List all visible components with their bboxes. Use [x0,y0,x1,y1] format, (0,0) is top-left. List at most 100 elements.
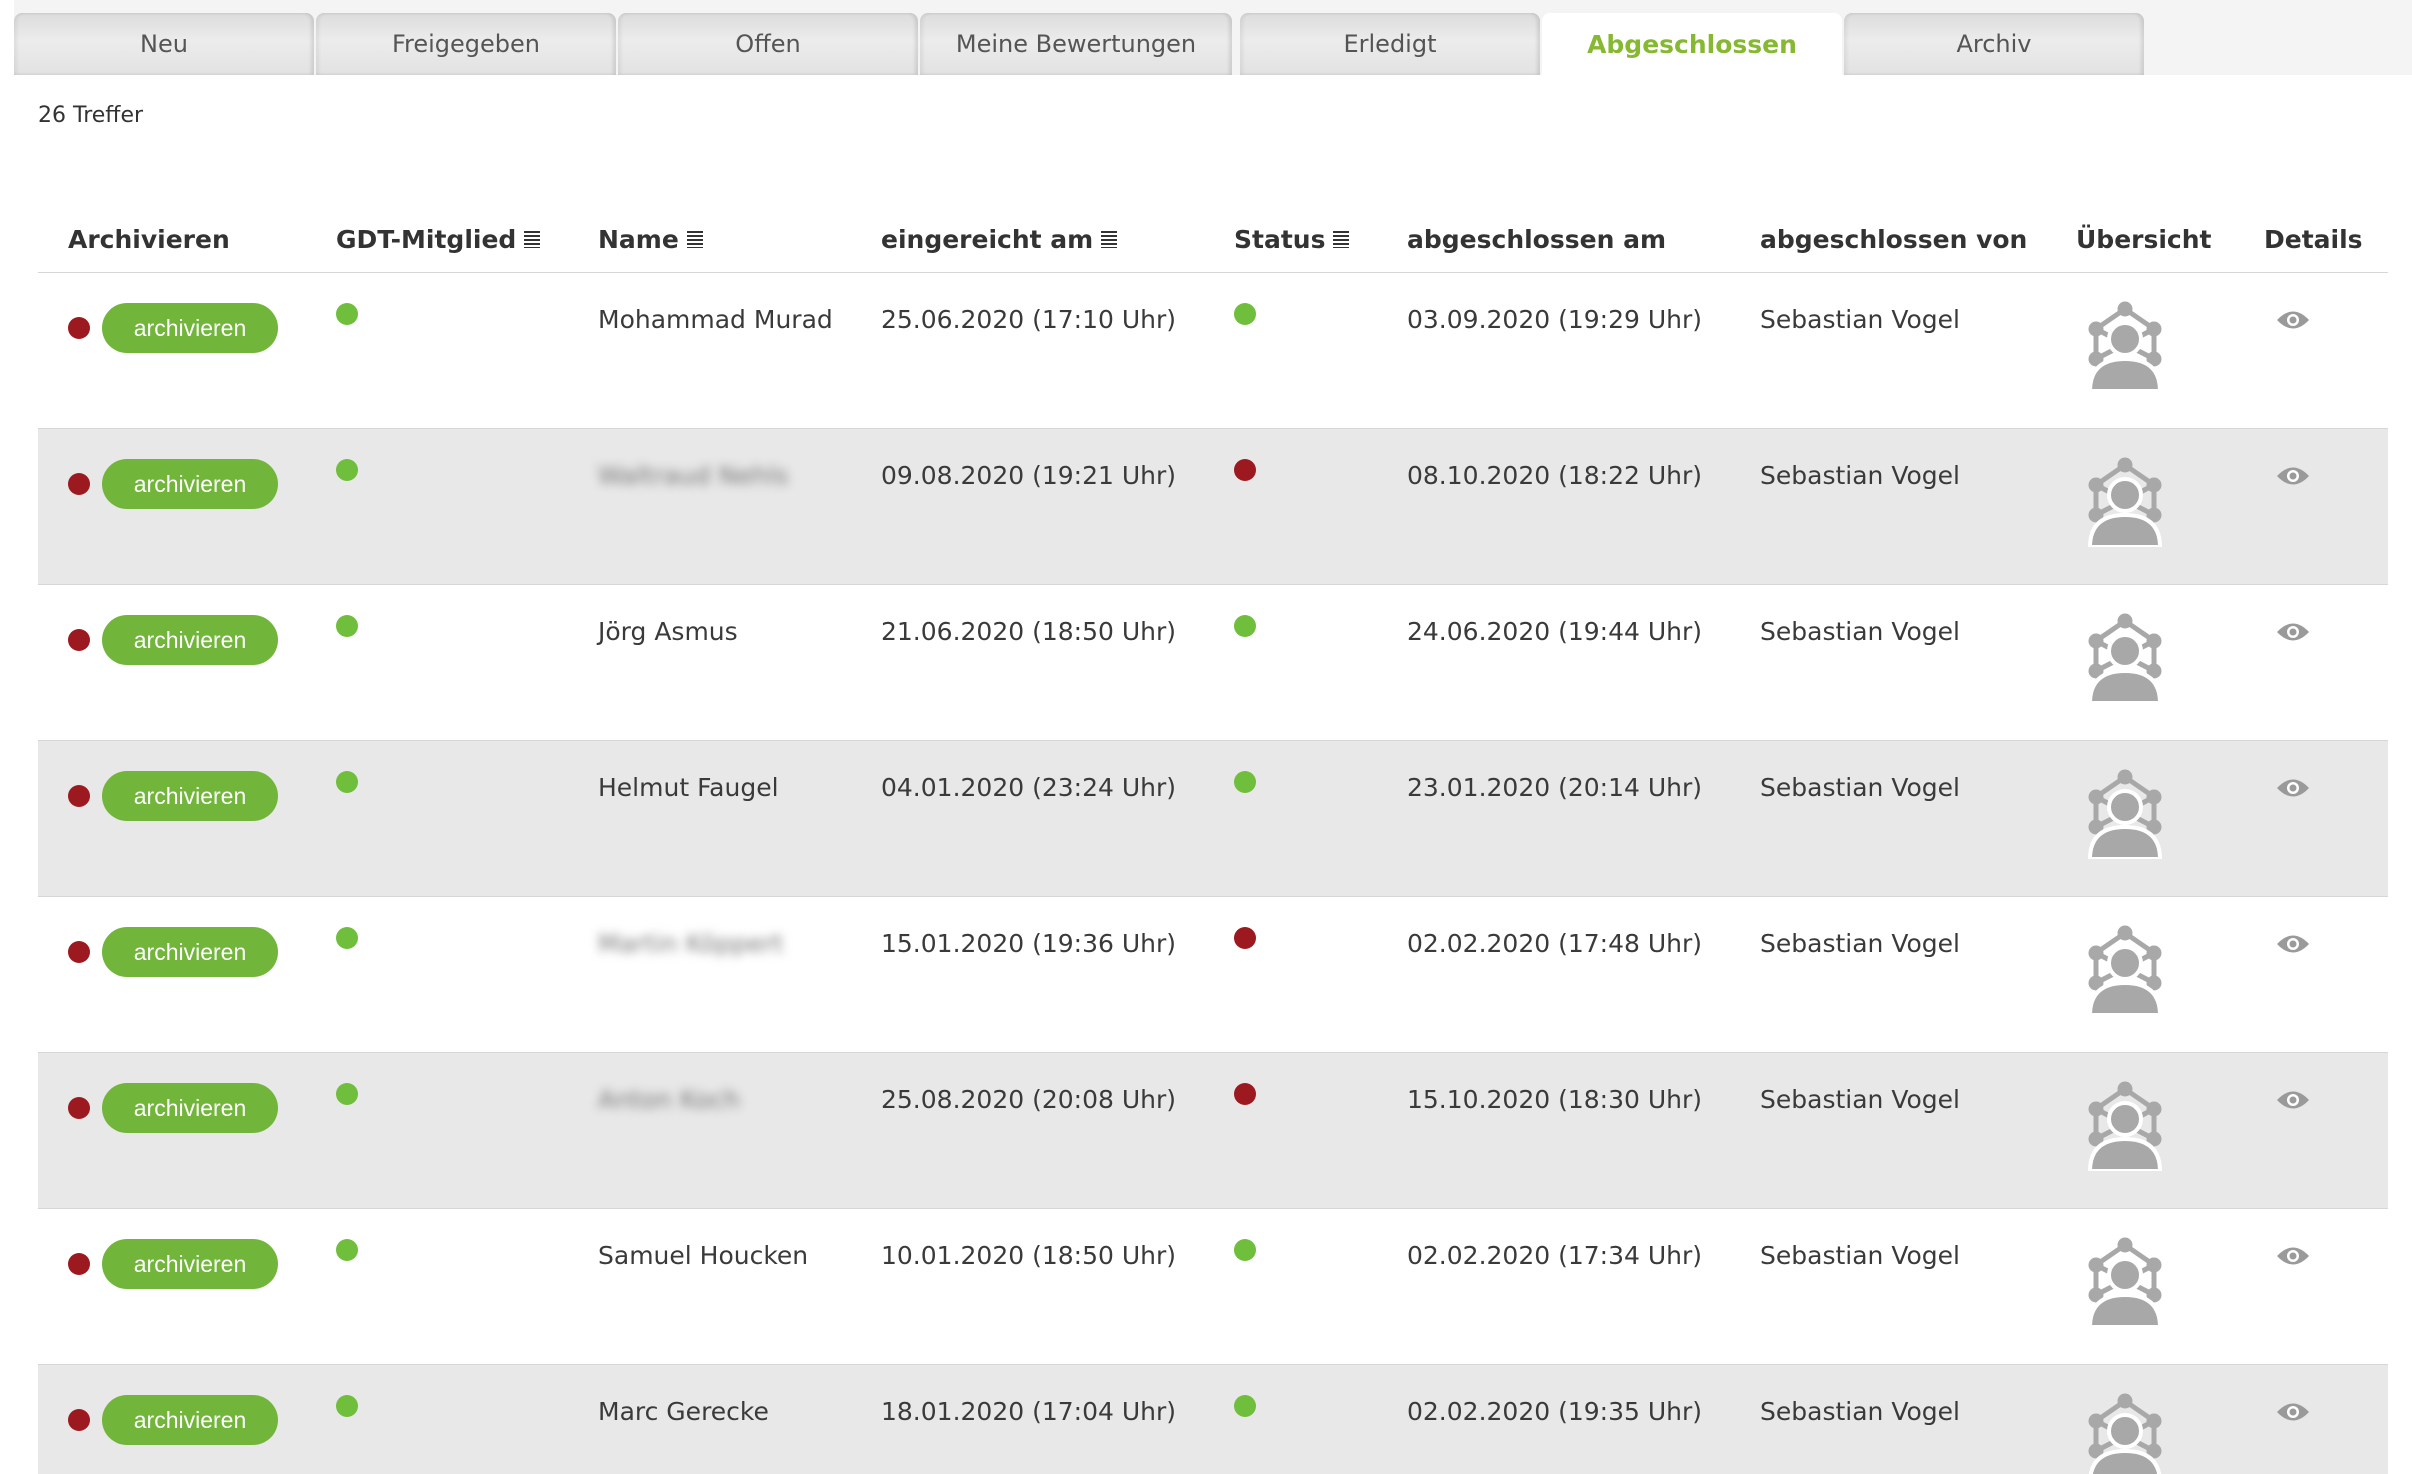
table-row: archivieren Mohammad Murad 25.06.2020 (1… [38,273,2388,429]
eye-icon[interactable] [2276,933,2310,955]
user-network-icon[interactable] [2084,301,2166,391]
tab-abgeschlossen[interactable]: Abgeschlossen [1542,13,1842,75]
table-header: Archivieren GDT-Mitglied Name eingereich… [38,147,2388,273]
archivieren-button[interactable]: archivieren [102,1395,278,1445]
submitted-date: 10.01.2020 (18:50 Uhr) [881,1241,1177,1270]
applicant-name: Helmut Faugel [598,773,779,802]
user-network-icon[interactable] [2084,457,2166,547]
tab-bar: Neu Freigegeben Offen Meine Bewertungen … [14,13,2412,75]
col-eingereicht[interactable]: eingereicht am [881,225,1118,254]
eye-icon[interactable] [2276,777,2310,799]
closed-date: 02.02.2020 (17:34 Uhr) [1407,1241,1703,1270]
gdt-member-dot [336,459,358,481]
eye-icon[interactable] [2276,1245,2310,1267]
closed-date: 24.06.2020 (19:44 Uhr) [1407,617,1703,646]
status-dot [1234,1395,1256,1417]
list-sort-icon[interactable] [1101,231,1118,248]
archivieren-button[interactable]: archivieren [102,1083,278,1133]
archive-status-dot [68,941,90,963]
archive-status-dot [68,629,90,651]
status-dot [1234,771,1256,793]
table-row: archivieren Helmut Faugel 04.01.2020 (23… [38,741,2388,897]
gdt-member-dot [336,303,358,325]
eye-icon[interactable] [2276,465,2310,487]
gdt-member-dot [336,1395,358,1417]
user-network-icon[interactable] [2084,769,2166,859]
archivieren-button[interactable]: archivieren [102,303,278,353]
col-name[interactable]: Name [598,225,703,254]
status-dot [1234,1083,1256,1105]
archivieren-button[interactable]: archivieren [102,927,278,977]
archive-status-dot [68,1253,90,1275]
submitted-date: 15.01.2020 (19:36 Uhr) [881,929,1177,958]
col-abgeschlossen-von: abgeschlossen von [1760,225,2028,254]
gdt-member-dot [336,1083,358,1105]
col-gdt[interactable]: GDT-Mitglied [336,225,541,254]
user-network-icon[interactable] [2084,1081,2166,1171]
submitted-date: 18.01.2020 (17:04 Uhr) [881,1397,1177,1426]
closed-date: 02.02.2020 (19:35 Uhr) [1407,1397,1703,1426]
user-network-icon[interactable] [2084,1393,2166,1474]
archivieren-button[interactable]: archivieren [102,459,278,509]
closed-by: Sebastian Vogel [1760,305,1960,334]
col-abgeschlossen-am: abgeschlossen am [1407,225,1666,254]
status-dot [1234,303,1256,325]
archive-status-dot [68,317,90,339]
tab-archiv[interactable]: Archiv [1844,13,2144,75]
col-uebersicht: Übersicht [2076,225,2212,254]
table-row: archivieren Anton Koch 25.08.2020 (20:08… [38,1053,2388,1209]
table-body: archivieren Mohammad Murad 25.06.2020 (1… [38,273,2388,1474]
submitted-date: 21.06.2020 (18:50 Uhr) [881,617,1177,646]
table-row: archivieren Waltraud Nehls 09.08.2020 (1… [38,429,2388,585]
left-margin [0,0,14,1474]
archive-status-dot [68,785,90,807]
status-dot [1234,1239,1256,1261]
list-sort-icon[interactable] [1333,231,1350,248]
closed-by: Sebastian Vogel [1760,929,1960,958]
user-network-icon[interactable] [2084,1237,2166,1327]
list-sort-icon[interactable] [524,231,541,248]
closed-by: Sebastian Vogel [1760,1241,1960,1270]
tab-offen[interactable]: Offen [618,13,918,75]
archive-status-dot [68,1409,90,1431]
closed-by: Sebastian Vogel [1760,773,1960,802]
user-network-icon[interactable] [2084,925,2166,1015]
result-count: 26 Treffer [38,103,144,128]
eye-icon[interactable] [2276,309,2310,331]
submitted-date: 25.06.2020 (17:10 Uhr) [881,305,1177,334]
tab-erledigt[interactable]: Erledigt [1240,13,1540,75]
gdt-member-dot [336,1239,358,1261]
eye-icon[interactable] [2276,621,2310,643]
archivieren-button[interactable]: archivieren [102,615,278,665]
submitted-date: 25.08.2020 (20:08 Uhr) [881,1085,1177,1114]
applicant-name: Mohammad Murad [598,305,833,334]
closed-date: 15.10.2020 (18:30 Uhr) [1407,1085,1703,1114]
col-details: Details [2264,225,2363,254]
closed-date: 23.01.2020 (20:14 Uhr) [1407,773,1703,802]
list-sort-icon[interactable] [686,231,703,248]
closed-date: 02.02.2020 (17:48 Uhr) [1407,929,1703,958]
closed-by: Sebastian Vogel [1760,1397,1960,1426]
eye-icon[interactable] [2276,1089,2310,1111]
content-panel: 26 Treffer Archivieren GDT-Mitglied Name… [14,75,2412,1474]
submitted-date: 04.01.2020 (23:24 Uhr) [881,773,1177,802]
applicant-name: Anton Koch [598,1085,740,1114]
col-archivieren: Archivieren [68,225,230,254]
archivieren-button[interactable]: archivieren [102,1239,278,1289]
tab-meine-bewertungen[interactable]: Meine Bewertungen [920,13,1232,75]
user-network-icon[interactable] [2084,613,2166,703]
eye-icon[interactable] [2276,1401,2310,1423]
closed-date: 03.09.2020 (19:29 Uhr) [1407,305,1703,334]
status-dot [1234,927,1256,949]
col-status[interactable]: Status [1234,225,1350,254]
table-row: archivieren Marc Gerecke 18.01.2020 (17:… [38,1365,2388,1474]
archivieren-button[interactable]: archivieren [102,771,278,821]
gdt-member-dot [336,927,358,949]
closed-by: Sebastian Vogel [1760,461,1960,490]
gdt-member-dot [336,771,358,793]
archive-status-dot [68,1097,90,1119]
tab-freigegeben[interactable]: Freigegeben [316,13,616,75]
tab-neu[interactable]: Neu [14,13,314,75]
applicant-name: Martin Köppert [598,929,784,958]
applicant-name: Samuel Houcken [598,1241,809,1270]
